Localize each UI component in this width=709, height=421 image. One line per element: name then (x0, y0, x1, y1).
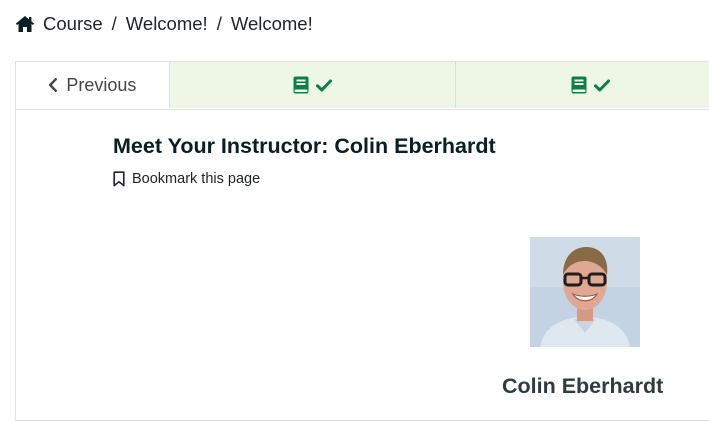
breadcrumb-section[interactable]: Welcome! (126, 13, 208, 35)
instructor-photo (530, 237, 640, 347)
check-icon (316, 79, 333, 92)
sequence-tab-1[interactable] (169, 62, 457, 108)
breadcrumb-separator: / (216, 13, 222, 34)
sequence-tab-2[interactable] (456, 62, 709, 108)
home-icon[interactable] (15, 15, 35, 33)
instructor-name: Colin Eberhardt (502, 374, 664, 398)
unit-container: Previous Meet Your Instructor: Colin Ebe… (15, 61, 709, 421)
unit-title: Meet Your Instructor: Colin Eberhardt (113, 134, 496, 158)
breadcrumb-course[interactable]: Course (43, 13, 103, 35)
check-icon (594, 79, 611, 92)
sequence-navigation: Previous (16, 62, 709, 110)
book-icon (293, 76, 309, 94)
breadcrumb-subsection[interactable]: Welcome! (231, 13, 313, 35)
breadcrumb-separator: / (111, 13, 117, 34)
bookmark-label: Bookmark this page (132, 171, 261, 187)
bookmark-button[interactable]: Bookmark this page (113, 171, 260, 187)
previous-label: Previous (66, 74, 137, 95)
previous-button[interactable]: Previous (16, 62, 170, 108)
book-icon (571, 76, 587, 94)
bookmark-icon (113, 171, 125, 187)
chevron-left-icon (48, 78, 58, 92)
breadcrumb: Course / Welcome! / Welcome! (15, 12, 313, 36)
